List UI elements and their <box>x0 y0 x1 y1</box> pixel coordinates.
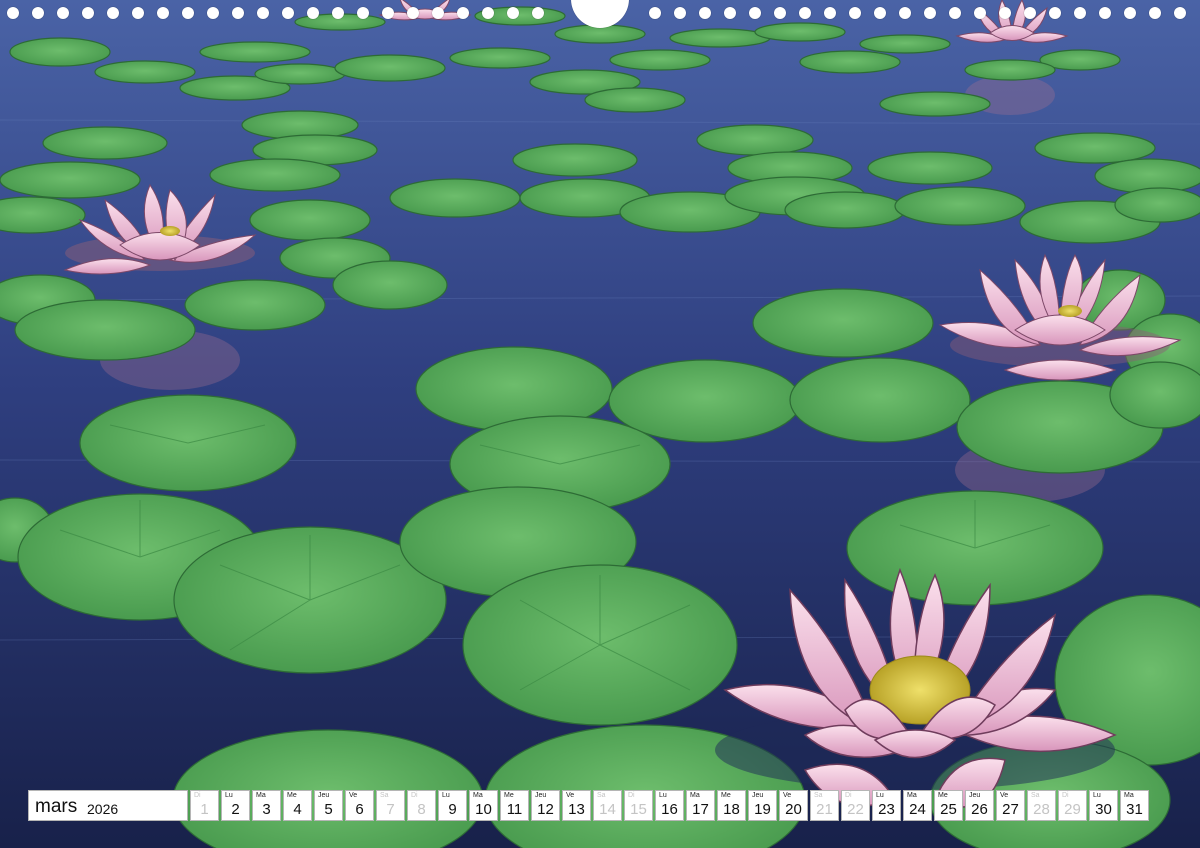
day-number: 5 <box>324 801 333 818</box>
weekday-label: Lu <box>442 792 450 799</box>
day-cell: Di 29 <box>1058 790 1087 821</box>
day-number: 12 <box>537 801 554 818</box>
day-cell: Ma 31 <box>1120 790 1149 821</box>
weekday-label: Ma <box>256 792 266 799</box>
day-number: 7 <box>386 801 395 818</box>
weekday-label: Ve <box>1000 792 1009 799</box>
day-cell: Me 18 <box>717 790 746 821</box>
day-cell: Lu 9 <box>438 790 467 821</box>
day-cell: Jeu 26 <box>965 790 994 821</box>
weekday-label: Jeu <box>318 792 330 799</box>
day-number: 15 <box>630 801 647 818</box>
weekday-label: Di <box>845 792 852 799</box>
day-cell: Ve 13 <box>562 790 591 821</box>
day-number: 11 <box>506 801 523 818</box>
day-number: 2 <box>231 801 240 818</box>
day-number: 8 <box>417 801 426 818</box>
day-number: 18 <box>723 801 740 818</box>
day-number: 16 <box>661 801 678 818</box>
day-cell: Di 15 <box>624 790 653 821</box>
day-cell: Ma 3 <box>252 790 281 821</box>
day-number: 20 <box>785 801 802 818</box>
weekday-label: Di <box>411 792 418 799</box>
day-cell: Jeu 12 <box>531 790 560 821</box>
weekday-label: Sa <box>597 792 606 799</box>
day-cell: Jeu 5 <box>314 790 343 821</box>
day-number: 9 <box>448 801 457 818</box>
day-cell: Me 11 <box>500 790 529 821</box>
weekday-label: Me <box>721 792 731 799</box>
weekday-label: Sa <box>1031 792 1040 799</box>
lotus-pond-photo <box>0 0 1200 848</box>
day-cell: Lu 30 <box>1089 790 1118 821</box>
year-label: 2026 <box>87 801 119 817</box>
weekday-label: Sa <box>814 792 823 799</box>
day-cell: Sa 28 <box>1027 790 1056 821</box>
weekday-label: Me <box>938 792 948 799</box>
weekday-label: Di <box>628 792 635 799</box>
day-number: 17 <box>692 801 709 818</box>
day-number: 26 <box>971 801 988 818</box>
weekday-label: Lu <box>659 792 667 799</box>
day-cell: Ve 20 <box>779 790 808 821</box>
calendar-bar: mars 2026 Di 1 Lu 2 Ma 3 Me 4 Jeu 5 Ve 6 Sa 7 Di 8 Lu 9 Ma… <box>28 790 1172 821</box>
day-number: 14 <box>599 801 616 818</box>
weekday-label: Ve <box>566 792 575 799</box>
weekday-label: Me <box>504 792 514 799</box>
weekday-label: Ve <box>783 792 792 799</box>
day-cell: Ve 27 <box>996 790 1025 821</box>
weekday-label: Lu <box>1093 792 1101 799</box>
day-cell: Di 8 <box>407 790 436 821</box>
day-number: 28 <box>1033 801 1050 818</box>
day-number: 25 <box>940 801 957 818</box>
day-number: 1 <box>200 801 209 818</box>
weekday-label: Lu <box>876 792 884 799</box>
day-number: 30 <box>1095 801 1112 818</box>
day-cell: Ve 6 <box>345 790 374 821</box>
weekday-label: Me <box>287 792 297 799</box>
weekday-label: Ma <box>1124 792 1134 799</box>
day-cell: Me 25 <box>934 790 963 821</box>
day-cell: Ma 17 <box>686 790 715 821</box>
day-number: 29 <box>1064 801 1081 818</box>
day-number: 27 <box>1002 801 1019 818</box>
day-cell: Lu 16 <box>655 790 684 821</box>
day-cell: Jeu 19 <box>748 790 777 821</box>
day-number: 10 <box>475 801 492 818</box>
weekday-label: Lu <box>225 792 233 799</box>
day-number: 4 <box>293 801 302 818</box>
day-cell: Sa 21 <box>810 790 839 821</box>
day-number: 24 <box>909 801 926 818</box>
month-name: mars <box>35 796 78 817</box>
weekday-label: Di <box>194 792 201 799</box>
weekday-label: Ma <box>690 792 700 799</box>
day-number: 19 <box>754 801 771 818</box>
day-cell: Sa 7 <box>376 790 405 821</box>
day-number: 6 <box>355 801 364 818</box>
day-number: 13 <box>568 801 585 818</box>
weekday-label: Ve <box>349 792 358 799</box>
day-cell: Ma 24 <box>903 790 932 821</box>
day-number: 22 <box>847 801 864 818</box>
day-cell: Lu 2 <box>221 790 250 821</box>
day-cell: Ma 10 <box>469 790 498 821</box>
day-cell: Lu 23 <box>872 790 901 821</box>
weekday-label: Ma <box>473 792 483 799</box>
day-number: 23 <box>878 801 895 818</box>
day-number: 31 <box>1126 801 1143 818</box>
month-label-cell: mars 2026 <box>28 790 188 821</box>
day-number: 21 <box>816 801 833 818</box>
day-cell: Di 1 <box>190 790 219 821</box>
weekday-label: Sa <box>380 792 389 799</box>
weekday-label: Jeu <box>969 792 981 799</box>
weekday-label: Di <box>1062 792 1069 799</box>
weekday-label: Jeu <box>752 792 764 799</box>
weekday-label: Jeu <box>535 792 547 799</box>
day-number: 3 <box>262 801 271 818</box>
day-cell: Di 22 <box>841 790 870 821</box>
day-cell: Sa 14 <box>593 790 622 821</box>
day-cell: Me 4 <box>283 790 312 821</box>
weekday-label: Ma <box>907 792 917 799</box>
